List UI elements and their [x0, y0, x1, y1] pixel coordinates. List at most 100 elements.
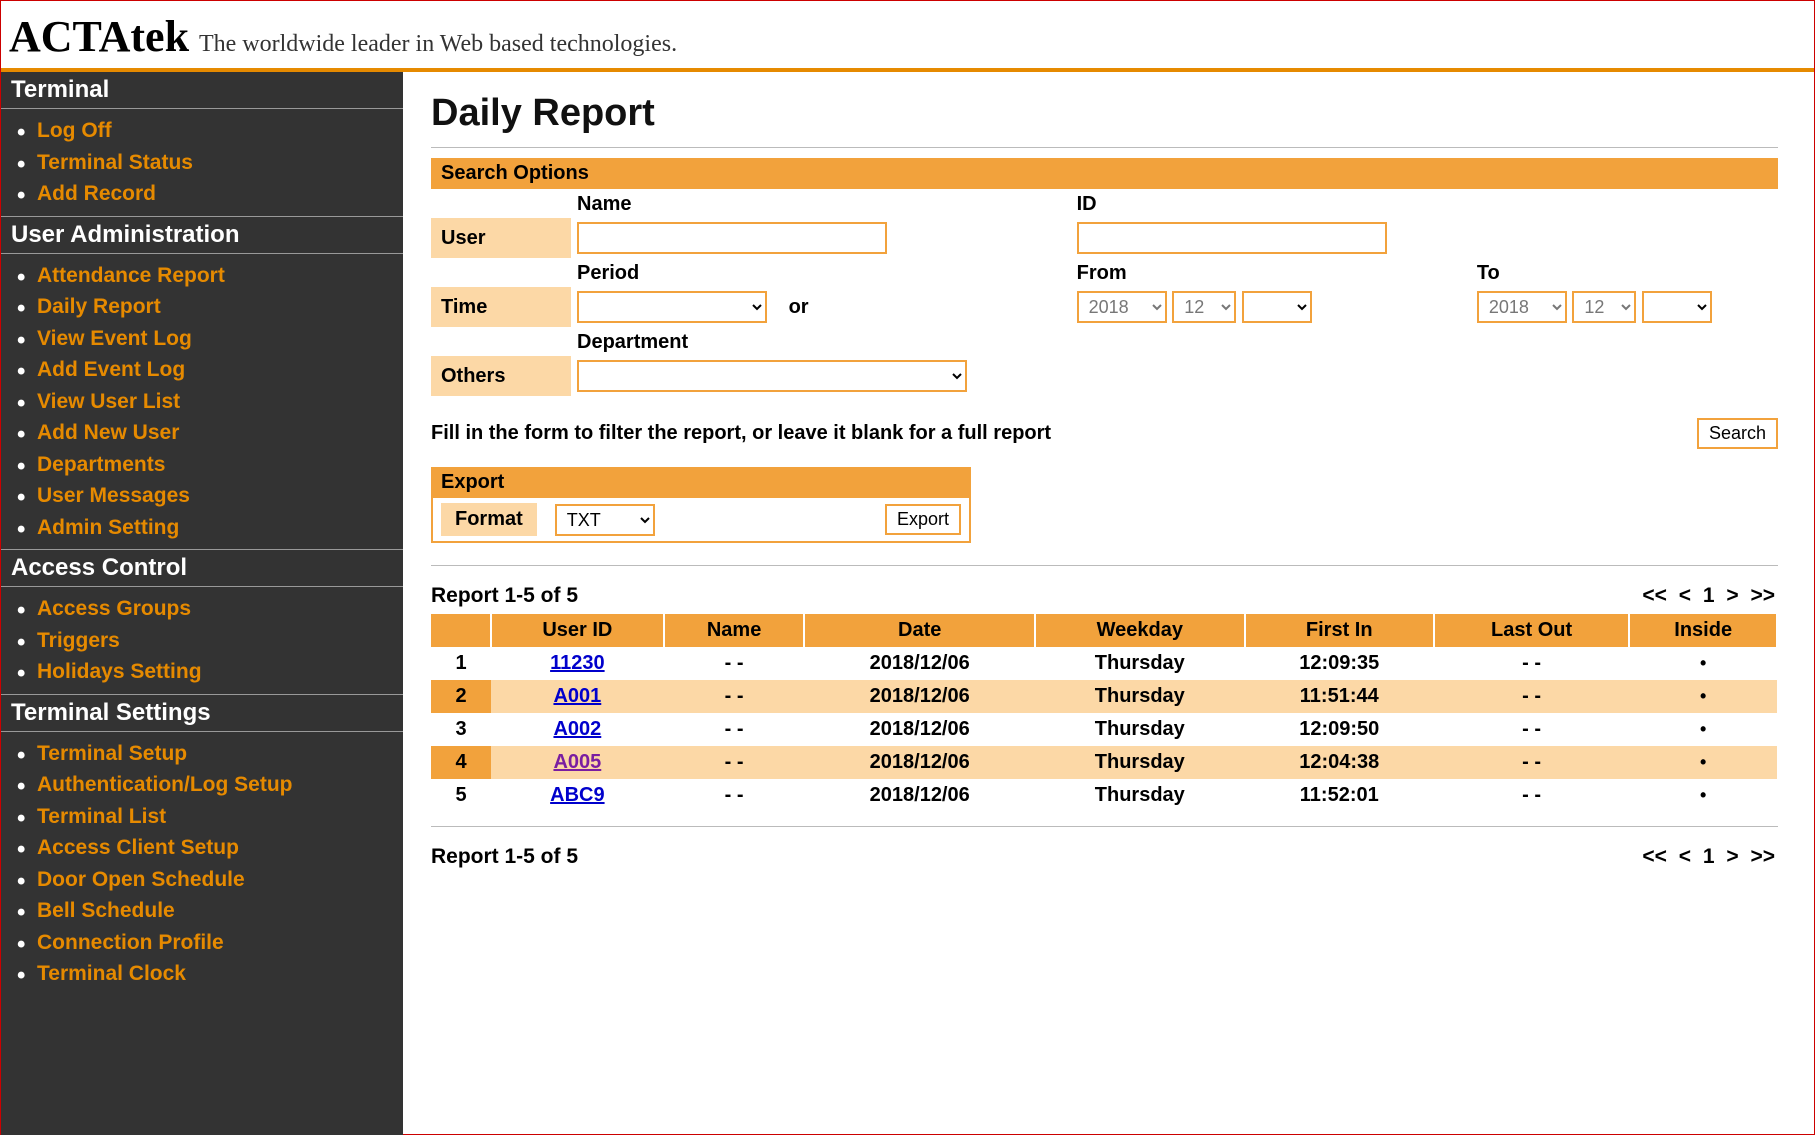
pager-prev[interactable]: <: [1679, 584, 1691, 607]
user-id-link[interactable]: A002: [491, 713, 664, 746]
divider: [431, 565, 1778, 566]
pager-page[interactable]: 1: [1703, 845, 1715, 868]
sidebar-item[interactable]: Add New User: [37, 417, 403, 449]
table-header: Name: [664, 614, 805, 647]
page-title: Daily Report: [431, 92, 1778, 135]
row-number: 5: [431, 779, 491, 812]
export-box: Export Format TXT Export: [431, 467, 971, 543]
table-row: 4A005- -2018/12/06Thursday12:04:38- -•: [431, 746, 1777, 779]
page-header: ACTAtek The worldwide leader in Web base…: [1, 1, 1814, 72]
inside-icon: •: [1700, 785, 1706, 805]
sidebar-item[interactable]: Bell Schedule: [37, 895, 403, 927]
cell-inside: •: [1629, 746, 1777, 779]
pager-page[interactable]: 1: [1703, 584, 1715, 607]
brand-logo: ACTAtek: [9, 12, 189, 61]
sidebar-item[interactable]: Add Event Log: [37, 354, 403, 386]
sidebar-item[interactable]: View Event Log: [37, 323, 403, 355]
table-header: Inside: [1629, 614, 1777, 647]
sidebar-item[interactable]: Holidays Setting: [37, 656, 403, 688]
sidebar-item[interactable]: Access Client Setup: [37, 832, 403, 864]
sidebar-item[interactable]: Authentication/Log Setup: [37, 769, 403, 801]
export-header: Export: [431, 467, 971, 498]
search-button[interactable]: Search: [1697, 418, 1778, 449]
to-day-select[interactable]: [1642, 291, 1712, 323]
user-id-link[interactable]: A001: [491, 680, 664, 713]
sidebar-section-title: Terminal: [1, 72, 403, 109]
label-from: From: [1071, 258, 1471, 287]
row-number: 1: [431, 647, 491, 680]
cell-first-in: 11:52:01: [1245, 779, 1434, 812]
sidebar-section-title: User Administration: [1, 216, 403, 254]
sidebar-item[interactable]: Terminal List: [37, 801, 403, 833]
inside-icon: •: [1700, 686, 1706, 706]
pager-first[interactable]: <<: [1642, 845, 1667, 868]
pager-last[interactable]: >>: [1750, 584, 1775, 607]
user-id-link[interactable]: A005: [491, 746, 664, 779]
sidebar-item[interactable]: Departments: [37, 449, 403, 481]
user-id-link[interactable]: ABC9: [550, 784, 604, 806]
department-select[interactable]: [577, 360, 967, 392]
sidebar-item[interactable]: Admin Setting: [37, 512, 403, 544]
cell-inside: •: [1629, 647, 1777, 680]
sidebar-item[interactable]: Terminal Clock: [37, 958, 403, 990]
user-id-link[interactable]: 11230: [550, 652, 605, 674]
id-input[interactable]: [1077, 222, 1387, 254]
sidebar-item[interactable]: Access Groups: [37, 593, 403, 625]
pager-first[interactable]: <<: [1642, 584, 1667, 607]
user-id-link[interactable]: 11230: [491, 647, 664, 680]
pager-last[interactable]: >>: [1750, 845, 1775, 868]
cell-last-out: - -: [1434, 779, 1630, 812]
label-id: ID: [1071, 189, 1471, 218]
from-day-select[interactable]: [1242, 291, 1312, 323]
cell-name: - -: [664, 746, 805, 779]
sidebar-item[interactable]: Terminal Setup: [37, 738, 403, 770]
cell-weekday: Thursday: [1035, 647, 1245, 680]
from-year-select[interactable]: 2018: [1077, 291, 1167, 323]
search-form: Name ID User Period From To Time: [431, 189, 1778, 396]
table-header: [431, 614, 491, 647]
from-month-select[interactable]: 12: [1172, 291, 1236, 323]
search-options-header: Search Options: [431, 158, 1778, 189]
label-format: Format: [441, 503, 537, 536]
inside-icon: •: [1700, 752, 1706, 772]
sidebar-item[interactable]: Add Record: [37, 178, 403, 210]
cell-date: 2018/12/06: [804, 713, 1034, 746]
cell-date: 2018/12/06: [804, 746, 1034, 779]
sidebar-item[interactable]: Daily Report: [37, 291, 403, 323]
instruction-text: Fill in the form to filter the report, o…: [431, 422, 1051, 445]
cell-first-in: 12:04:38: [1245, 746, 1434, 779]
cell-first-in: 12:09:35: [1245, 647, 1434, 680]
divider: [431, 826, 1778, 827]
table-header: Last Out: [1434, 614, 1630, 647]
user-id-link[interactable]: ABC9: [491, 779, 664, 812]
sidebar-item[interactable]: Terminal Status: [37, 147, 403, 179]
sidebar-item[interactable]: Attendance Report: [37, 260, 403, 292]
table-header: First In: [1245, 614, 1434, 647]
sidebar-item[interactable]: View User List: [37, 386, 403, 418]
sidebar-item[interactable]: Triggers: [37, 625, 403, 657]
period-select[interactable]: [577, 291, 767, 323]
sidebar-item[interactable]: Door Open Schedule: [37, 864, 403, 896]
cell-inside: •: [1629, 713, 1777, 746]
label-others: Others: [431, 356, 571, 396]
pager-next[interactable]: >: [1726, 584, 1738, 607]
format-select[interactable]: TXT: [555, 504, 655, 536]
label-name: Name: [571, 189, 1053, 218]
cell-weekday: Thursday: [1035, 779, 1245, 812]
sidebar-item[interactable]: Connection Profile: [37, 927, 403, 959]
sidebar-item[interactable]: Log Off: [37, 115, 403, 147]
user-id-link[interactable]: A005: [553, 751, 601, 773]
to-month-select[interactable]: 12: [1572, 291, 1636, 323]
export-button[interactable]: Export: [885, 504, 961, 535]
pager-next[interactable]: >: [1726, 845, 1738, 868]
cell-weekday: Thursday: [1035, 680, 1245, 713]
sidebar-item[interactable]: User Messages: [37, 480, 403, 512]
inside-icon: •: [1700, 719, 1706, 739]
user-id-link[interactable]: A002: [553, 718, 601, 740]
name-input[interactable]: [577, 222, 887, 254]
cell-first-in: 12:09:50: [1245, 713, 1434, 746]
user-id-link[interactable]: A001: [553, 685, 601, 707]
to-year-select[interactable]: 2018: [1477, 291, 1567, 323]
cell-last-out: - -: [1434, 680, 1630, 713]
pager-prev[interactable]: <: [1679, 845, 1691, 868]
